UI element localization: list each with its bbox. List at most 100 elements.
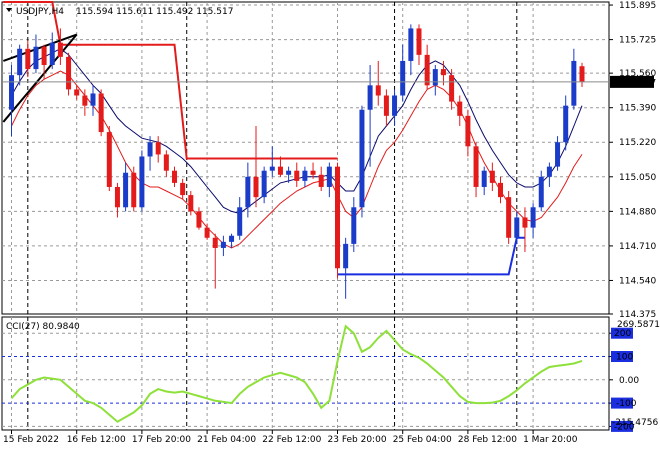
bearish-candle bbox=[449, 75, 455, 102]
cci-indicator-label: CCI(27) 80.9840 bbox=[6, 322, 80, 332]
bearish-candle bbox=[498, 182, 503, 198]
bearish-candle bbox=[163, 154, 169, 171]
bullish-candle bbox=[286, 170, 292, 175]
bearish-candle bbox=[424, 54, 430, 86]
bullish-candle bbox=[220, 241, 226, 248]
bullish-candle bbox=[351, 207, 357, 244]
price-tick-label: 115.725 bbox=[619, 36, 656, 46]
bullish-candle bbox=[237, 207, 243, 236]
bullish-candle bbox=[9, 75, 14, 110]
bullish-candle bbox=[302, 170, 308, 181]
bearish-candle bbox=[74, 89, 80, 96]
bearish-candle bbox=[522, 217, 528, 228]
bearish-candle bbox=[106, 132, 112, 187]
bullish-candle bbox=[530, 207, 536, 228]
cci-level-label: -100 bbox=[616, 399, 637, 409]
bearish-candle bbox=[318, 174, 324, 187]
bullish-candle bbox=[33, 46, 39, 70]
time-tick-label: 15 Feb 2022 bbox=[3, 435, 59, 445]
bullish-candle bbox=[546, 166, 552, 177]
price-tick-label: 114.540 bbox=[619, 276, 656, 286]
cci-panel-frame bbox=[1, 316, 610, 431]
time-tick-label: 28 Feb 12:00 bbox=[458, 435, 517, 445]
bearish-candle bbox=[579, 66, 585, 82]
bullish-candle bbox=[555, 142, 561, 167]
cci-min-label: -215.4756 bbox=[612, 418, 658, 428]
bearish-candle bbox=[310, 170, 316, 175]
bearish-candle bbox=[82, 95, 88, 106]
bearish-candle bbox=[506, 197, 512, 238]
bearish-candle bbox=[155, 142, 161, 155]
chart-root: 115.895 115.725 115.560 115.390 115.220 115.0… bbox=[0, 0, 660, 450]
bullish-candle bbox=[17, 48, 23, 76]
bearish-candle bbox=[41, 46, 47, 66]
cci-level-label: 100 bbox=[616, 353, 633, 363]
bullish-candle bbox=[432, 69, 438, 86]
bullish-candle bbox=[571, 60, 577, 106]
bullish-candle bbox=[408, 28, 414, 61]
bearish-candle bbox=[66, 56, 72, 90]
symbol-timeframe-label: USDJPY,H4 bbox=[16, 7, 64, 17]
price-tick-label: 115.220 bbox=[619, 138, 656, 148]
bearish-candle bbox=[489, 170, 495, 183]
bullish-candle bbox=[514, 217, 520, 238]
time-tick-label: 1 Mar 20:00 bbox=[523, 435, 578, 445]
bullish-candle bbox=[123, 172, 129, 208]
bullish-candle bbox=[563, 105, 569, 143]
time-tick-label: 21 Feb 04:00 bbox=[197, 435, 256, 445]
bearish-candle bbox=[375, 85, 381, 96]
bearish-candle bbox=[57, 42, 63, 57]
bullish-candle bbox=[90, 93, 96, 106]
bullish-candle bbox=[269, 166, 275, 171]
bearish-candle bbox=[98, 93, 104, 133]
cci-level-label: 0.00 bbox=[619, 376, 639, 386]
bearish-candle bbox=[457, 101, 463, 116]
current-price-badge-text: 115.517 bbox=[619, 78, 656, 88]
bullish-candle bbox=[367, 85, 373, 110]
bullish-candle bbox=[392, 95, 398, 116]
usdjpy-h4-chart: 115.895115.725115.560115.390115.220115.0… bbox=[1, 1, 660, 445]
bearish-candle bbox=[465, 115, 471, 147]
bearish-candle bbox=[114, 186, 120, 208]
bullish-candle bbox=[245, 176, 251, 208]
bullish-candle bbox=[229, 235, 235, 242]
ohlc-readout: 115.594 115.611 115.492 115.517 bbox=[76, 7, 233, 17]
bearish-candle bbox=[172, 170, 177, 183]
bearish-candle bbox=[188, 195, 194, 212]
time-tick-label: 17 Feb 20:00 bbox=[132, 435, 191, 445]
bearish-candle bbox=[440, 69, 446, 76]
price-tick-label: 114.375 bbox=[619, 310, 656, 320]
time-tick-label: 16 Feb 12:00 bbox=[67, 435, 126, 445]
time-tick-label: 25 Feb 04:00 bbox=[393, 435, 452, 445]
cci-level-label: 200 bbox=[614, 329, 631, 339]
price-tick-label: 114.710 bbox=[619, 242, 656, 252]
bullish-candle bbox=[261, 170, 267, 198]
bullish-candle bbox=[326, 166, 332, 187]
bullish-candle bbox=[481, 170, 487, 187]
bearish-candle bbox=[180, 182, 186, 196]
bearish-candle bbox=[131, 172, 137, 208]
bearish-candle bbox=[416, 28, 422, 55]
price-tick-label: 115.390 bbox=[619, 104, 656, 114]
bearish-candle bbox=[25, 48, 31, 70]
time-tick-label: 22 Feb 12:00 bbox=[262, 435, 321, 445]
bullish-candle bbox=[147, 142, 153, 157]
bullish-candle bbox=[343, 243, 349, 269]
bullish-candle bbox=[139, 156, 145, 208]
bearish-candle bbox=[294, 170, 300, 181]
bearish-candle bbox=[335, 166, 340, 269]
bearish-candle bbox=[277, 166, 283, 175]
time-tick-label: 23 Feb 20:00 bbox=[328, 435, 387, 445]
bearish-candle bbox=[253, 176, 259, 198]
cci-max-label: 269.5871 bbox=[617, 320, 660, 330]
price-tick-label: 114.880 bbox=[619, 207, 656, 217]
bearish-candle bbox=[473, 146, 479, 187]
bullish-candle bbox=[49, 42, 55, 66]
bearish-candle bbox=[196, 211, 202, 228]
bearish-candle bbox=[383, 95, 389, 116]
bearish-candle bbox=[212, 237, 218, 248]
bearish-candle bbox=[204, 227, 210, 238]
bullish-candle bbox=[400, 60, 406, 96]
price-tick-label: 115.050 bbox=[619, 173, 656, 183]
bullish-candle bbox=[359, 109, 365, 208]
